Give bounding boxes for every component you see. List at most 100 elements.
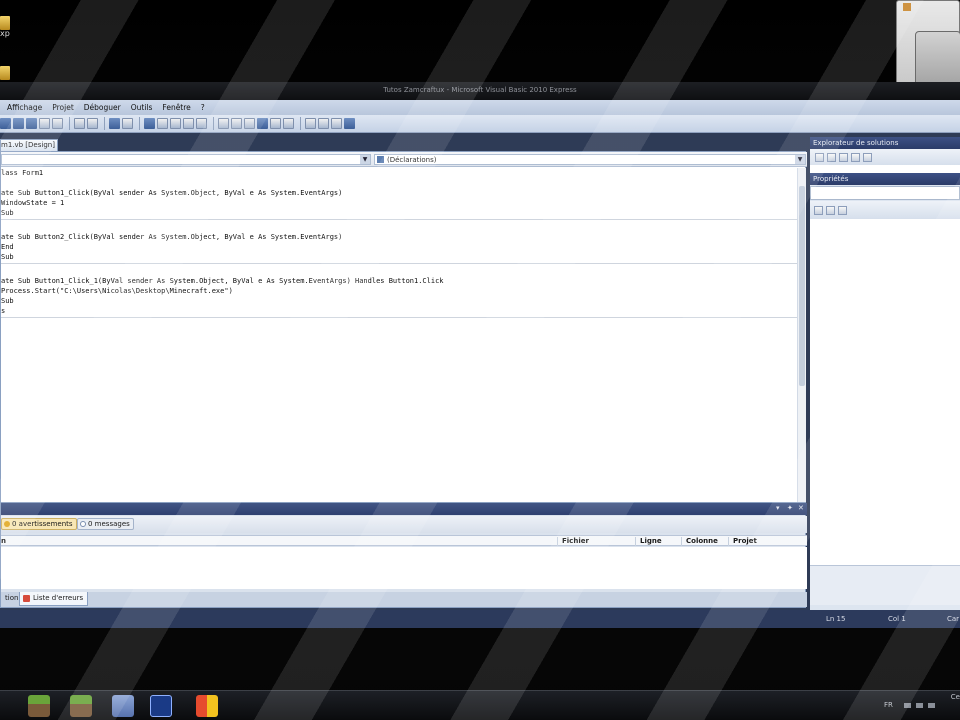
step-into-icon[interactable] <box>183 118 194 129</box>
menu-fenetre[interactable]: Fenêtre <box>157 103 195 112</box>
folder-icon[interactable] <box>0 66 10 80</box>
minecraft-taskbar-icon[interactable] <box>70 695 92 717</box>
line-number: Ln 15 <box>826 615 846 623</box>
close-icon[interactable]: ✕ <box>798 504 806 513</box>
cut-icon[interactable] <box>39 118 50 129</box>
object-selector[interactable] <box>810 186 960 200</box>
menu-deboguer[interactable]: Déboguer <box>79 103 126 112</box>
toolbar-separator <box>139 117 140 130</box>
code-line: Sub <box>1 209 14 217</box>
folder-icon[interactable] <box>0 16 10 30</box>
comment-icon[interactable] <box>231 118 242 129</box>
column-description[interactable]: n <box>1 537 6 546</box>
column-line[interactable]: Ligne <box>635 537 662 546</box>
window-title: Tutos Zamcraftux - Microsoft Visual Basi… <box>0 82 960 100</box>
code-line: WindowState = 1 <box>1 199 65 207</box>
view-designer-icon[interactable] <box>863 152 872 162</box>
solution-explorer-icon[interactable] <box>257 118 268 129</box>
visual-studio-taskbar-icon[interactable] <box>150 695 172 717</box>
open-icon[interactable] <box>0 118 11 129</box>
volume-icon[interactable] <box>928 703 935 708</box>
procedure-separator <box>1 317 797 318</box>
outdent-icon[interactable] <box>318 118 329 129</box>
save-icon[interactable] <box>13 118 24 129</box>
tray-icon[interactable] <box>904 703 911 708</box>
menu-projet[interactable]: Projet <box>47 103 79 112</box>
properties-icon[interactable] <box>815 152 824 162</box>
view-code-icon[interactable] <box>851 152 860 162</box>
code-line: Process.Start("C:\Users\Nicolas\Desktop\… <box>1 287 233 295</box>
char-number: Car <box>947 615 960 623</box>
menu-outils[interactable]: Outils <box>126 103 158 112</box>
column-column[interactable]: Colonne <box>681 537 718 546</box>
toolbar <box>0 115 960 133</box>
pause-icon[interactable] <box>157 118 168 129</box>
save-all-icon[interactable] <box>26 118 37 129</box>
code-line: Sub <box>1 253 14 261</box>
customize-icon[interactable] <box>344 118 355 129</box>
class-dropdown[interactable]: ▼ <box>1 154 371 165</box>
error-list-titlebar: ▾ ✦ ✕ <box>1 503 807 515</box>
undo-icon[interactable] <box>109 118 120 129</box>
visual-basic-taskbar-icon[interactable] <box>112 695 134 717</box>
language-indicator[interactable]: FR <box>884 701 893 709</box>
solution-explorer-title: Explorateur de solutions <box>810 137 960 149</box>
toolbox-icon[interactable] <box>283 118 294 129</box>
warnings-filter[interactable]: 0 avertissements <box>1 518 77 530</box>
error-list-header: n Fichier Ligne Colonne Projet <box>1 535 807 546</box>
dropdown-icon[interactable]: ▾ <box>776 504 784 513</box>
refresh-icon[interactable] <box>839 152 848 162</box>
warnings-label: 0 avertissements <box>12 520 73 528</box>
start-debug-icon[interactable] <box>144 118 155 129</box>
member-dropdown-value: (Déclarations) <box>387 156 437 164</box>
desktop-icon-label: xp <box>0 29 10 38</box>
column-number: Col 1 <box>888 615 906 623</box>
indent-icon[interactable] <box>305 118 316 129</box>
minecraft-taskbar-icon[interactable] <box>28 695 50 717</box>
redo-icon[interactable] <box>122 118 133 129</box>
menu-affichage[interactable]: Affichage <box>2 103 47 112</box>
tab-error-list-label: Liste d'erreurs <box>33 594 84 602</box>
show-all-files-icon[interactable] <box>827 152 836 162</box>
delete-icon[interactable] <box>87 118 98 129</box>
explorer-taskbar-icon[interactable] <box>196 695 218 717</box>
navigation-bar: ▼ (Déclarations) ▼ <box>1 152 807 167</box>
paste-icon[interactable] <box>74 118 85 129</box>
column-project[interactable]: Projet <box>728 537 757 546</box>
chevron-down-icon[interactable]: ▼ <box>360 155 370 164</box>
network-icon[interactable] <box>916 703 923 708</box>
find-icon[interactable] <box>218 118 229 129</box>
system-tray: FR Ce <box>880 691 960 720</box>
uncomment-icon[interactable] <box>244 118 255 129</box>
bookmark-icon[interactable] <box>331 118 342 129</box>
messages-filter[interactable]: 0 messages <box>77 518 134 530</box>
clock[interactable]: Ce <box>951 693 960 701</box>
member-dropdown[interactable]: (Déclarations) ▼ <box>374 154 806 165</box>
bottom-tab-strip: tion Liste d'erreurs <box>1 592 807 607</box>
tab-error-list[interactable]: Liste d'erreurs <box>19 592 89 606</box>
toolbar-separator <box>69 117 70 130</box>
warning-icon <box>4 521 10 527</box>
scrollbar-thumb[interactable] <box>799 186 805 386</box>
property-pages-icon[interactable] <box>838 205 847 215</box>
info-icon <box>80 521 86 527</box>
column-file[interactable]: Fichier <box>557 537 589 546</box>
document-tab[interactable]: m1.vb [Design] <box>0 139 58 151</box>
properties-icon[interactable] <box>270 118 281 129</box>
chevron-down-icon[interactable]: ▼ <box>795 155 805 164</box>
stop-icon[interactable] <box>170 118 181 129</box>
categorized-icon[interactable] <box>814 205 823 215</box>
toolbar-separator <box>300 117 301 130</box>
alphabetical-icon[interactable] <box>826 205 835 215</box>
copy-icon[interactable] <box>52 118 63 129</box>
procedure-separator <box>1 263 797 264</box>
menu-help[interactable]: ? <box>196 103 210 112</box>
pin-icon[interactable]: ✦ <box>787 504 795 513</box>
status-bar: Ln 15 Col 1 Car <box>0 610 960 628</box>
menu-bar: Affichage Projet Déboguer Outils Fenêtre… <box>0 100 960 115</box>
properties-grid[interactable] <box>810 219 960 565</box>
app-icon <box>903 3 911 11</box>
step-over-icon[interactable] <box>196 118 207 129</box>
side-panel: Explorateur de solutions Propriétés <box>810 137 960 625</box>
error-list-body[interactable] <box>1 547 807 589</box>
